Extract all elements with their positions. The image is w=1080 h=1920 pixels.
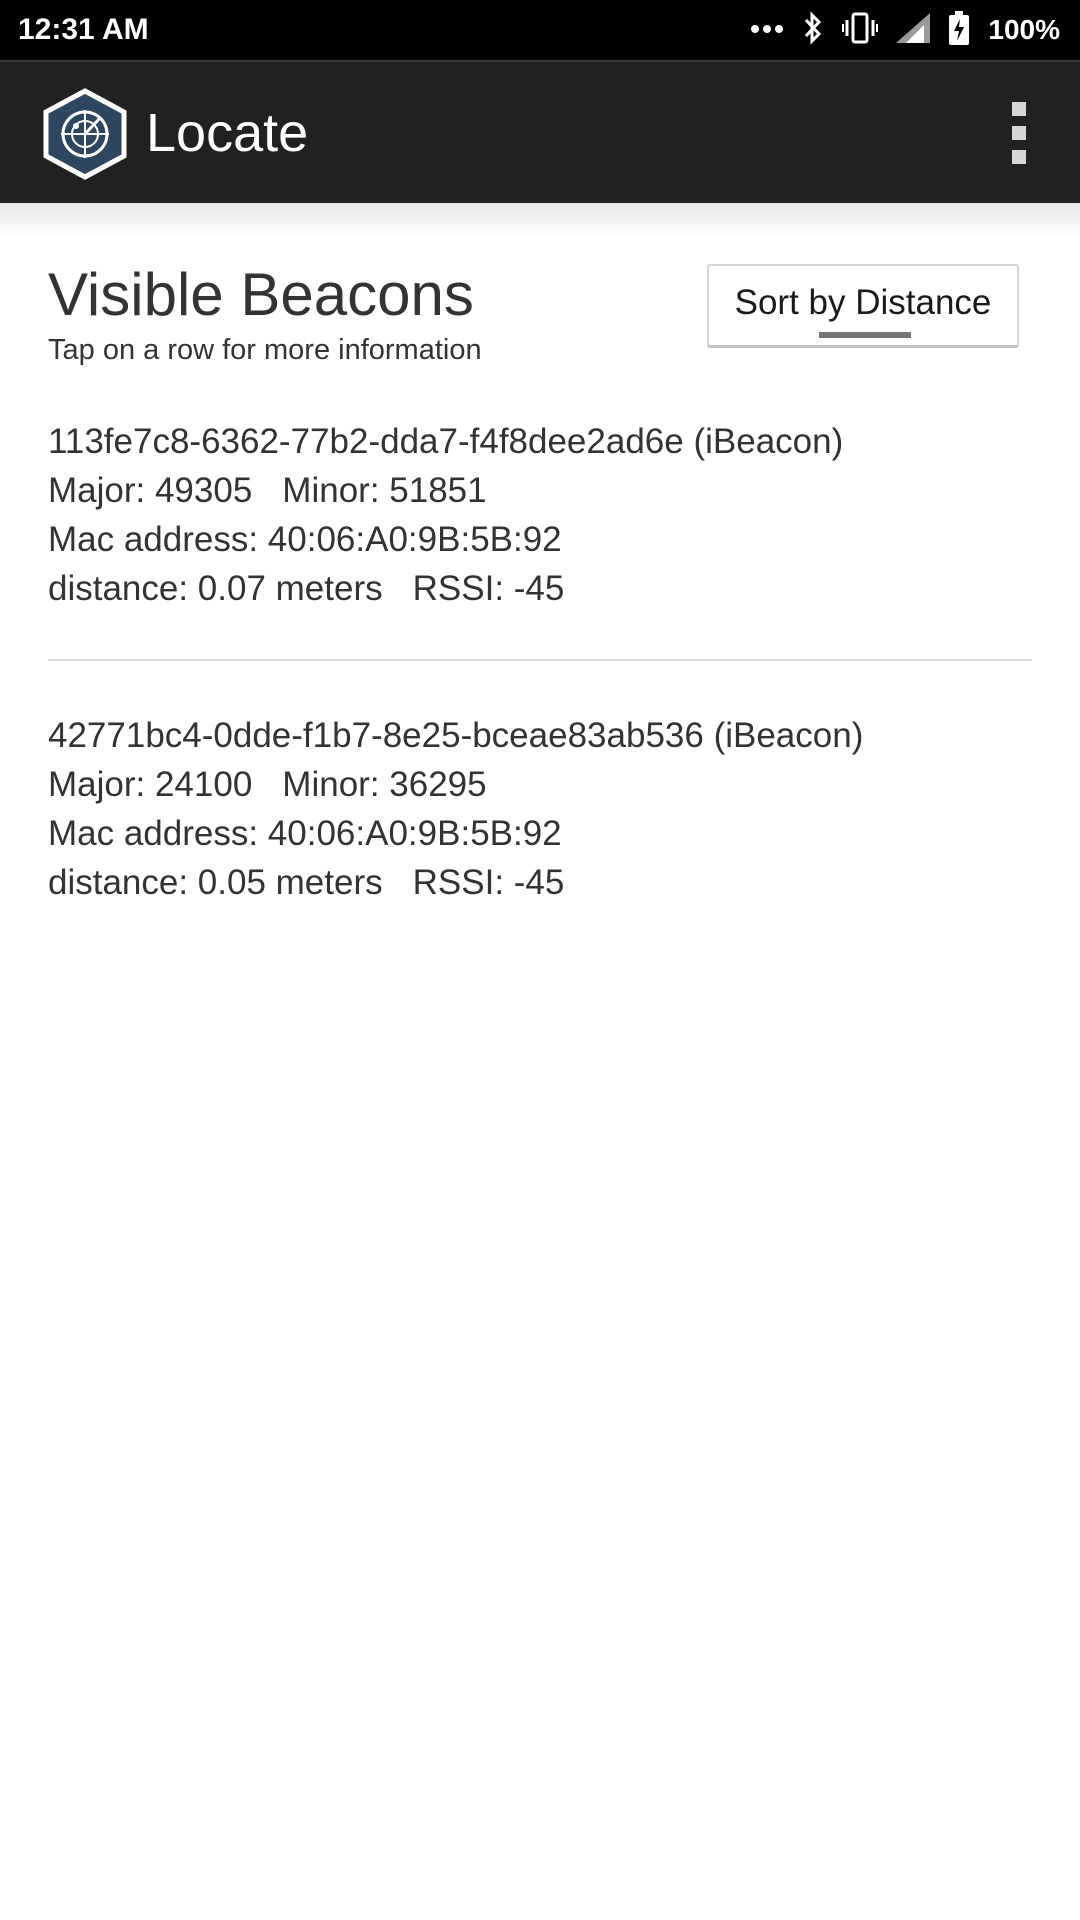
app-title: Locate [146,103,309,163]
beacon-mac-address: Mac address: 40:06:A0:9B:5B:92 [48,520,562,559]
beacon-distance: distance: 0.05 meters [48,863,383,902]
page-subtitle: Tap on a row for more information [48,334,482,366]
beacon-major-minor: Major: 24100 Minor: 36295 [48,760,1032,809]
more-dots-icon [750,21,784,39]
sort-button-underline [819,332,911,338]
beacon-rssi: RSSI: -45 [412,569,565,608]
beacon-id: 113fe7c8-6362-77b2-dda7-f4f8dee2ad6e (iB… [48,422,844,461]
beacon-id: 42771bc4-0dde-f1b7-8e25-bceae83ab536 (iB… [48,716,864,755]
status-time: 12:31 AM [18,13,149,46]
beacon-rssi: RSSI: -45 [412,863,565,902]
beacon-distance-rssi: distance: 0.07 meters RSSI: -45 [48,564,1032,613]
battery-charging-icon [948,10,970,50]
status-icons: 100% [732,10,1060,50]
beacon-distance: distance: 0.07 meters [48,569,383,608]
bluetooth-icon [802,10,824,50]
beacon-minor: Minor: 51851 [282,471,487,510]
beacon-row[interactable]: 42771bc4-0dde-f1b7-8e25-bceae83ab536 (iB… [48,711,1032,907]
beacon-mac-address: Mac address: 40:06:A0:9B:5B:92 [48,814,562,853]
sort-by-distance-button[interactable]: Sort by Distance [707,264,1019,348]
app-bar-shadow [0,203,1080,239]
sort-button-label: Sort by Distance [734,283,992,322]
cell-signal-icon [896,12,931,48]
radar-hexagon-icon [42,88,128,180]
beacon-major: Major: 49305 [48,471,253,510]
beacon-major: Major: 24100 [48,765,253,804]
beacon-row[interactable]: 113fe7c8-6362-77b2-dda7-f4f8dee2ad6e (iB… [48,417,1032,613]
page-title: Visible Beacons [48,261,474,328]
battery-percentage: 100% [988,14,1060,45]
list-divider [48,659,1032,661]
vibrate-icon [842,11,879,50]
app-bar: Locate [0,60,1080,203]
beacon-distance-rssi: distance: 0.05 meters RSSI: -45 [48,858,1032,907]
overflow-menu-icon[interactable] [988,98,1048,168]
beacon-minor: Minor: 36295 [282,765,487,804]
status-bar: 12:31 AM 100% [0,0,1080,60]
beacon-major-minor: Major: 49305 Minor: 51851 [48,466,1032,515]
